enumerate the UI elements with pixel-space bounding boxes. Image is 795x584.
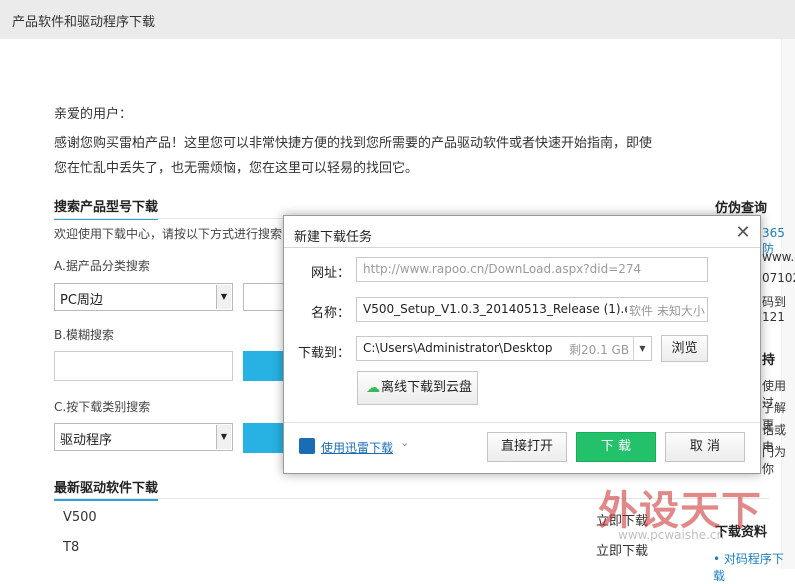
name-label: 名称： xyxy=(310,306,350,321)
type-select-value: 驱动程序 xyxy=(60,433,113,448)
greeting-text: 亲爱的用户： xyxy=(54,107,133,122)
filename-value: V500_Setup_V1.0.3_20140513_Release (1).e… xyxy=(363,302,646,316)
filename-field[interactable]: V500_Setup_V1.0.3_20140513_Release (1).e… xyxy=(356,297,708,322)
anti-fake-text: 码到121 xyxy=(762,295,787,324)
open-directly-button[interactable]: 直接打开 xyxy=(487,432,567,462)
category-select-value: PC周边 xyxy=(60,293,103,308)
type-select[interactable]: 驱动程序 ▼ xyxy=(54,423,233,451)
download-button[interactable]: 下 载 xyxy=(576,432,656,462)
saveto-path: C:\Users\Administrator\Desktop xyxy=(363,341,553,355)
download-now-link[interactable]: 立即下载 xyxy=(596,540,648,559)
use-xunlei-link[interactable]: 使用迅雷下载 xyxy=(321,439,393,456)
cloud-icon: ☁ xyxy=(366,380,380,396)
type-search-button[interactable] xyxy=(243,423,288,453)
chevron-down-icon[interactable]: ⌄ xyxy=(400,436,409,449)
category-select[interactable]: PC周边 ▼ xyxy=(54,283,233,311)
new-download-dialog: 新建下载任务 ✕ 网址： http://www.rapoo.cn/DownLoa… xyxy=(283,215,761,474)
watermark-url: www.pcwaishe.cn xyxy=(618,528,725,542)
anti-fake-text: 07102 xyxy=(762,271,795,285)
url-value: http://www.rapoo.cn/DownLoad.aspx?did=27… xyxy=(363,262,642,276)
file-meta: 软件 未知大小 xyxy=(627,302,705,319)
cloud-download-label: 离线下载到云盘 xyxy=(380,380,472,395)
saveto-label: 下载到： xyxy=(297,346,350,361)
url-label: 网址： xyxy=(310,266,350,281)
close-icon[interactable]: ✕ xyxy=(732,222,754,244)
search-subtitle: 欢迎使用下载中心，请按以下方式进行搜索 xyxy=(54,227,283,241)
category-search-label: A.据产品分类搜索 xyxy=(54,259,150,273)
section-divider xyxy=(54,218,294,219)
intro-text: 感谢您购买雷柏产品！这里您可以非常快捷方便的找到您所需要的产品驱动软件或者快速开… xyxy=(54,136,653,176)
fuzzy-search-button[interactable] xyxy=(243,351,288,381)
support-text: 门为你 xyxy=(762,445,787,476)
free-space: 剩20.1 GB xyxy=(569,343,630,357)
dialog-divider xyxy=(284,422,760,423)
chevron-down-icon[interactable]: ▼ xyxy=(633,337,651,360)
cloud-download-button[interactable]: ☁ 离线下载到云盘 xyxy=(357,371,478,405)
watermark-text: 外设天下 xyxy=(598,487,762,534)
browse-button[interactable]: 浏览 xyxy=(661,335,708,362)
type-search-label: C.按下载类别搜索 xyxy=(54,400,151,414)
xunlei-logo-icon xyxy=(299,438,315,454)
chevron-down-icon[interactable]: ▼ xyxy=(216,285,231,309)
anti-fake-text: www.cn xyxy=(762,250,795,264)
page-title: 产品软件和驱动程序下载 xyxy=(12,15,156,30)
pairing-download-link[interactable]: • 对码程序下载 xyxy=(713,550,795,584)
cancel-button[interactable]: 取 消 xyxy=(665,432,745,462)
list-item[interactable]: T8 xyxy=(63,540,79,555)
header-bar: 产品软件和驱动程序下载 xyxy=(0,0,795,39)
saveto-select[interactable]: C:\Users\Administrator\Desktop 剩20.1 GB … xyxy=(356,336,652,361)
url-field[interactable]: http://www.rapoo.cn/DownLoad.aspx?did=27… xyxy=(356,257,708,282)
fuzzy-search-input[interactable] xyxy=(54,351,233,381)
subcategory-select[interactable] xyxy=(243,283,288,311)
list-item[interactable]: V500 xyxy=(63,510,97,525)
anti-fake-title: 仿伪查询 xyxy=(715,201,768,216)
dialog-title: 新建下载任务 xyxy=(294,230,373,245)
support-title: 持 xyxy=(762,353,776,368)
chevron-down-icon[interactable]: ▼ xyxy=(216,425,231,449)
search-section-title: 搜索产品型号下载 xyxy=(54,196,159,220)
dialog-divider xyxy=(284,247,760,248)
fuzzy-search-label: B.模糊搜索 xyxy=(54,328,115,342)
